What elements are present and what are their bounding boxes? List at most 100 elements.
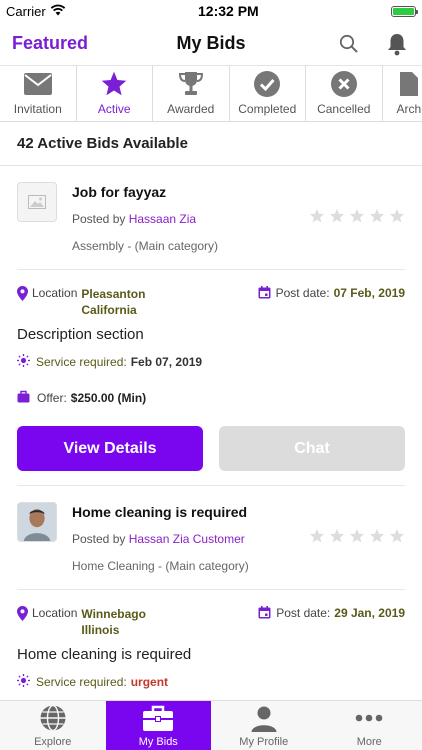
nav-actions [336,31,410,57]
star-icon [350,209,364,223]
status-bar: Carrier 12:32 PM [0,0,422,22]
nav-bar: Featured My Bids [0,22,422,66]
envelope-icon [23,70,53,98]
job-info: Job for fayyaz Posted by Hassaan Zia Ass… [72,182,405,269]
sun-icon [17,354,30,370]
tab-more[interactable]: More [317,701,422,750]
location-value: Pleasanton California [81,286,145,320]
view-details-button[interactable]: View Details [17,426,203,471]
star-icon [310,529,324,543]
star-icon [330,529,344,543]
featured-button[interactable]: Featured [12,33,88,54]
tab-label: Awarded [167,102,215,116]
tab-my-profile[interactable]: My Profile [211,701,317,750]
offer-label: Offer: [37,391,67,405]
offer-value: $250.00 (Min) [70,391,147,405]
card-actions: View Details Chat [17,426,405,486]
star-icon [390,529,404,543]
post-date: Post date: 07 Feb, 2019 [258,286,405,320]
service-label: Service required: [36,355,127,369]
sun-icon [17,674,30,690]
tab-label: My Bids [138,736,178,748]
map-pin-icon [17,286,28,320]
bell-icon[interactable] [384,31,410,57]
location-row: Location Pleasanton California Post date… [17,286,405,320]
poster-name[interactable]: Hassaan Zia [129,212,196,226]
x-circle-icon [330,70,358,98]
job-header: Job for fayyaz Posted by Hassaan Zia Ass… [17,166,405,270]
star-icon [370,209,384,223]
bid-card: Job for fayyaz Posted by Hassaan Zia Ass… [0,166,422,486]
location: Location Pleasanton California [17,286,145,320]
archive-icon [397,70,421,98]
location-state: California [81,303,137,317]
tab-label: Active [97,102,131,116]
active-bids-count: 42 Active Bids Available [0,122,422,166]
trophy-icon [177,70,205,98]
rating-stars [309,528,405,544]
job-description: Home cleaning is required [17,646,192,663]
job-header: Home cleaning is required Posted by Hass… [17,486,405,590]
check-circle-icon [253,70,281,98]
star-icon [330,209,344,223]
job-description: Description section [17,326,144,343]
job-category: Home Cleaning - (Main category) [72,559,249,573]
tab-label: More [356,736,382,748]
service-required: Service required: urgent [17,674,405,690]
star-icon [370,529,384,543]
chat-button[interactable]: Chat [219,426,405,471]
rating-stars [309,208,405,224]
tab-my-bids[interactable]: My Bids [105,701,211,750]
status-left: Carrier [6,4,66,19]
tab-label: Explore [34,736,72,748]
tab-label: My Profile [239,736,289,748]
job-image-placeholder-icon [17,182,57,222]
calendar-icon [258,286,271,302]
service-label: Service required: [36,675,127,689]
bid-status-tabs: Invitation Active Awarded Completed Canc… [0,66,422,122]
offer: Offer: $250.00 (Min) [17,390,405,406]
post-date-label: Post date: [276,606,331,620]
search-icon[interactable] [336,31,362,57]
poster-name[interactable]: Hassan Zia Customer [129,532,245,546]
bag-icon [17,390,30,406]
bid-card: Home cleaning is required Posted by Hass… [0,486,422,690]
post-date-value: 29 Jan, 2019 [334,606,405,620]
tab-label: Cancelled [317,102,371,116]
location-row: Location Winnebago Illinois Post date: 2… [17,606,405,640]
person-icon [250,703,278,733]
briefcase-icon [142,703,174,733]
star-icon [100,70,128,98]
job-info: Home cleaning is required Posted by Hass… [72,502,405,589]
tab-invitation[interactable]: Invitation [0,66,77,121]
map-pin-icon [17,606,28,640]
calendar-icon [258,606,271,622]
tab-label: Completed [238,102,297,116]
bottom-tab-bar: Explore My Bids My Profile More [0,700,422,750]
battery-icon [391,5,418,17]
globe-icon [39,703,67,733]
post-date-label: Post date: [275,286,330,300]
tab-archived[interactable]: Arch [383,66,422,121]
status-time: 12:32 PM [198,3,259,19]
job-title[interactable]: Home cleaning is required [72,504,405,520]
tab-completed[interactable]: Completed [230,66,306,121]
tab-active[interactable]: Active [77,66,153,121]
location: Location Winnebago Illinois [17,606,146,640]
dots-icon [355,703,383,733]
tab-awarded[interactable]: Awarded [153,66,230,121]
location-city: Pleasanton [81,287,146,301]
avatar [17,502,57,542]
posted-by-label: Posted by [72,212,126,226]
post-date-value: 07 Feb, 2019 [333,286,405,300]
tab-cancelled[interactable]: Cancelled [306,66,383,121]
service-required: Service required: Feb 07, 2019 [17,354,405,370]
tab-explore[interactable]: Explore [0,701,106,750]
service-value: urgent [130,675,169,689]
star-icon [350,529,364,543]
tab-label: Invitation [13,102,62,116]
job-category: Assembly - (Main category) [72,239,219,253]
star-icon [310,209,324,223]
job-title[interactable]: Job for fayyaz [72,184,405,200]
wifi-icon [50,4,66,19]
